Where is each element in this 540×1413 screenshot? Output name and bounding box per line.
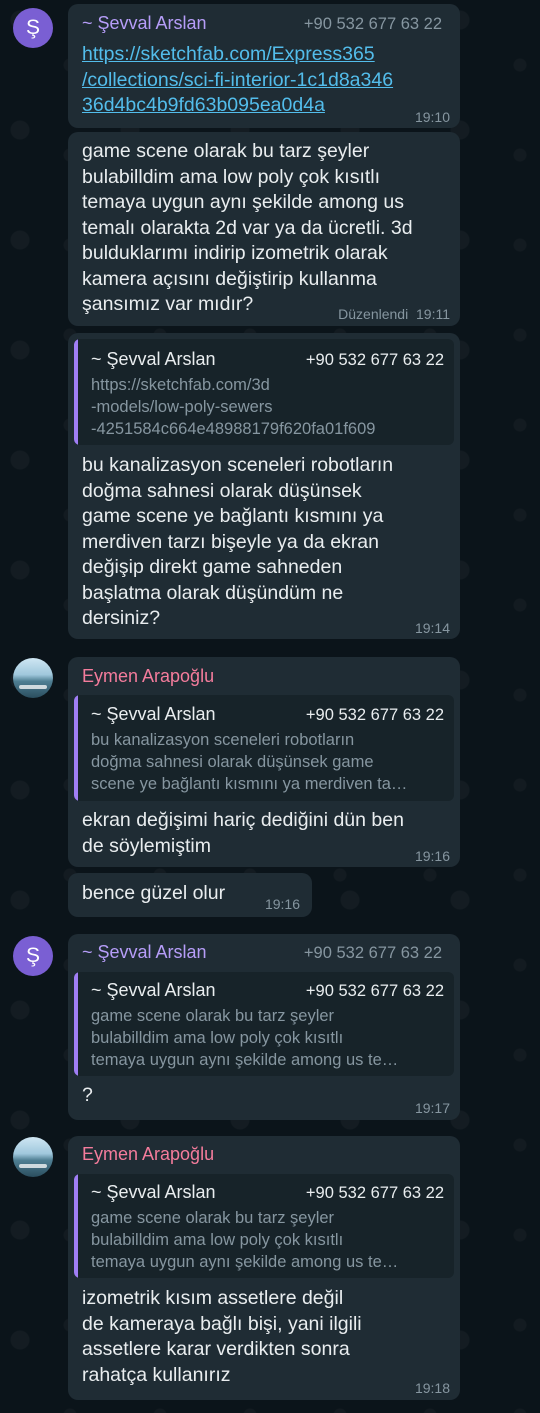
sender-phone: +90 532 677 63 22	[303, 944, 442, 962]
quote-phone: +90 532 677 63 22	[305, 1184, 444, 1202]
sender-name[interactable]: Eymen Arapoğlu	[82, 1144, 214, 1165]
sender-avatar-photo[interactable]	[13, 658, 53, 698]
message-time: 19:11	[416, 306, 450, 322]
reply-quote[interactable]: ~ Şevval Arslan +90 532 677 63 22 game s…	[74, 972, 454, 1076]
message-bubble[interactable]: ~ Şevval Arslan +90 532 677 63 22 https:…	[68, 4, 460, 128]
sender-phone: +90 532 677 63 22	[303, 15, 442, 33]
sender-name[interactable]: ~ Şevval Arslan	[82, 942, 207, 963]
message-time: 19:14	[414, 620, 450, 636]
message-time: 19:16	[264, 896, 300, 912]
message-text: game scene olarak bu tarz şeyler bulabil…	[82, 140, 413, 315]
sender-avatar[interactable]: Ş	[13, 936, 53, 976]
message-time: 19:10	[414, 109, 450, 125]
reply-quote[interactable]: ~ Şevval Arslan +90 532 677 63 22 game s…	[74, 1174, 454, 1278]
message-bubble[interactable]: bence güzel olur 19:16	[68, 873, 312, 917]
message-bubble[interactable]: Eymen Arapoğlu ~ Şevval Arslan +90 532 6…	[68, 1136, 460, 1400]
quote-sender: ~ Şevval Arslan	[91, 1182, 216, 1202]
quote-accent-bar	[74, 339, 78, 445]
message-text: ekran değişimi hariç dediğini dün ben de…	[82, 809, 404, 857]
message-link[interactable]: https://sketchfab.com/Express365 /collec…	[82, 42, 393, 119]
quote-text: bu kanalizasyon sceneleri robotların doğ…	[91, 731, 408, 793]
sender-avatar[interactable]: Ş	[13, 8, 53, 48]
message-time: 19:18	[414, 1380, 450, 1396]
sender-avatar-photo[interactable]	[13, 1137, 53, 1177]
quote-phone: +90 532 677 63 22	[305, 351, 444, 369]
reply-quote[interactable]: ~ Şevval Arslan +90 532 677 63 22 bu kan…	[74, 695, 454, 801]
message-meta: Düzenlendi 19:11	[338, 306, 450, 322]
quote-phone: +90 532 677 63 22	[305, 706, 444, 724]
quote-sender: ~ Şevval Arslan	[91, 704, 216, 724]
message-text: ?	[82, 1084, 93, 1106]
quote-accent-bar	[74, 972, 78, 1076]
edited-label: Düzenlendi	[338, 306, 409, 322]
sender-name[interactable]: Eymen Arapoğlu	[82, 666, 214, 687]
sender-name[interactable]: ~ Şevval Arslan	[82, 13, 207, 34]
quote-sender: ~ Şevval Arslan	[91, 349, 216, 369]
quote-accent-bar	[74, 695, 78, 801]
message-bubble[interactable]: game scene olarak bu tarz şeyler bulabil…	[68, 132, 460, 326]
message-time: 19:16	[414, 848, 450, 864]
message-text: izometrik kısım assetlere değil de kamer…	[82, 1287, 362, 1386]
message-text: bu kanalizasyon sceneleri robotların doğ…	[82, 454, 394, 629]
message-bubble[interactable]: ~ Şevval Arslan +90 532 677 63 22 https:…	[68, 333, 460, 639]
quote-text: game scene olarak bu tarz şeyler bulabil…	[91, 1007, 399, 1069]
quote-text: https://sketchfab.com/3d -models/low-pol…	[91, 376, 376, 438]
quote-phone: +90 532 677 63 22	[305, 982, 444, 1000]
message-bubble[interactable]: ~ Şevval Arslan +90 532 677 63 22 ~ Şevv…	[68, 934, 460, 1120]
quote-sender: ~ Şevval Arslan	[91, 980, 216, 1000]
message-bubble[interactable]: Eymen Arapoğlu ~ Şevval Arslan +90 532 6…	[68, 657, 460, 867]
quote-accent-bar	[74, 1174, 78, 1278]
message-time: 19:17	[414, 1100, 450, 1116]
quote-text: game scene olarak bu tarz şeyler bulabil…	[91, 1209, 399, 1271]
message-text: bence güzel olur	[82, 882, 226, 904]
reply-quote[interactable]: ~ Şevval Arslan +90 532 677 63 22 https:…	[74, 339, 454, 445]
